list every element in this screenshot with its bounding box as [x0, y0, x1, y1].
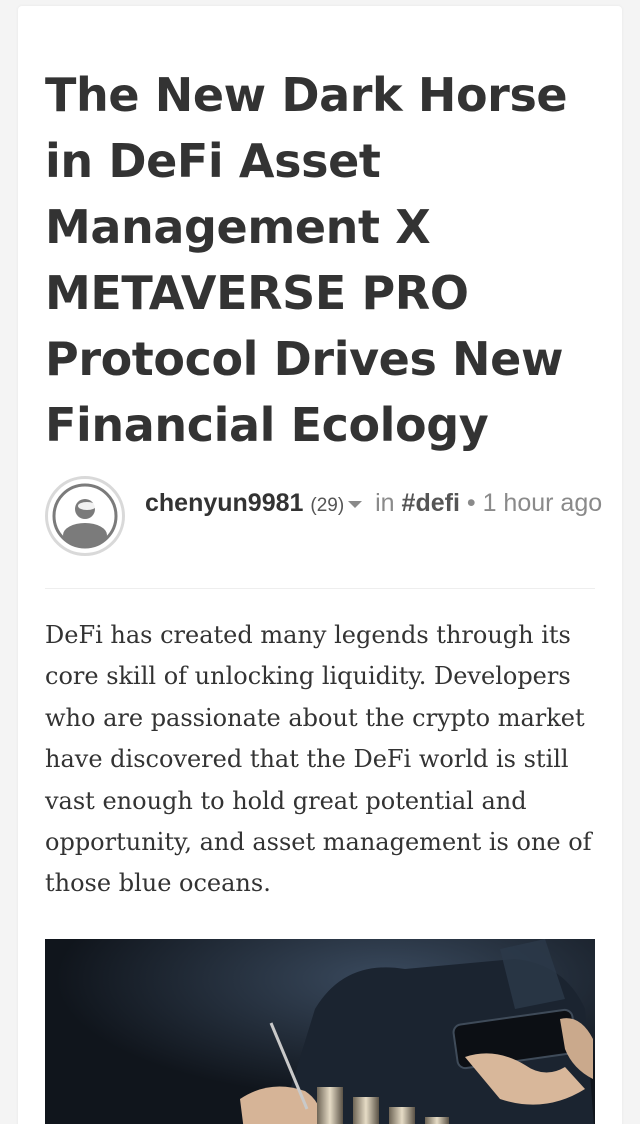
avatar-silhouette: [52, 483, 118, 549]
author-reputation: (29): [310, 495, 345, 516]
author-link[interactable]: chenyun9981: [145, 489, 303, 517]
user-avatar-icon[interactable]: [45, 476, 125, 556]
meta-separator: •: [466, 489, 476, 517]
category-tag-link[interactable]: #defi: [402, 489, 460, 517]
hero-illustration: [45, 939, 595, 1124]
post-hero-image: [45, 939, 595, 1124]
post-meta: chenyun9981 (29) in #defi • 1 hour ago: [145, 486, 605, 523]
post-timestamp[interactable]: 1 hour ago: [483, 489, 603, 517]
in-label: in: [375, 489, 395, 517]
divider: [45, 588, 595, 589]
post-card: The New Dark Horse in DeFi Asset Managem…: [18, 6, 622, 1124]
author-row: chenyun9981 (29) in #defi • 1 hour ago: [45, 476, 605, 566]
post-title: The New Dark Horse in DeFi Asset Managem…: [45, 68, 568, 452]
post-body: DeFi has created many legends through it…: [45, 621, 592, 898]
caret-down-icon[interactable]: [348, 500, 363, 508]
